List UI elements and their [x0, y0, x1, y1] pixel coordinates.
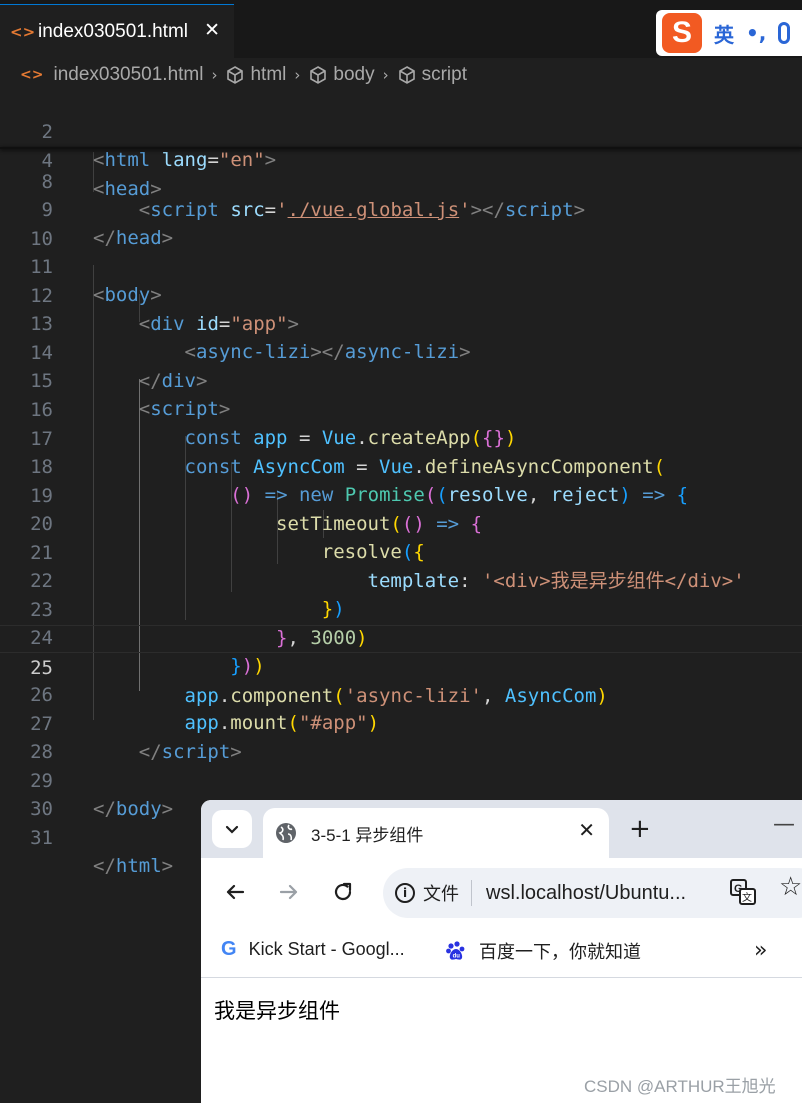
divider — [471, 880, 472, 906]
reload-button[interactable] — [329, 878, 357, 906]
bookmarks-bar: G Kick Start - Googl... du 百度一下，你就知道 » — [201, 926, 802, 978]
svg-text:du: du — [453, 954, 461, 960]
breadcrumb: <> index030501.html › html › body › scri… — [0, 58, 802, 92]
tab-search-button[interactable] — [212, 810, 252, 848]
code-line: 16 const app = Vue.createApp({}) — [0, 368, 802, 449]
url-text[interactable]: wsl.localhost/Ubuntu... — [486, 882, 686, 905]
close-icon[interactable]: ✕ — [204, 19, 220, 41]
info-icon: i — [395, 883, 415, 903]
editor-tab[interactable]: <> index030501.html ✕ — [0, 4, 234, 58]
tab-label: index030501.html — [38, 20, 188, 42]
baidu-icon: du — [446, 941, 465, 960]
code-line: 28 — [0, 710, 802, 763]
watermark: CSDN @ARTHUR王旭光 — [584, 1077, 776, 1096]
code-line: 9 </head> — [0, 168, 802, 249]
arrow-left-icon — [226, 884, 245, 900]
html-file-icon: <> — [10, 22, 36, 41]
site-info-chip[interactable]: i 文件 — [395, 880, 459, 906]
bookmark-item[interactable]: G Kick Start - Googl... — [221, 938, 405, 961]
code-line: 21 template: '<div>我是异步组件</div>' — [0, 511, 802, 592]
page-content: 我是异步组件 CSDN @ARTHUR王旭光 — [201, 979, 802, 1103]
back-button[interactable] — [221, 878, 249, 906]
svg-text:文: 文 — [742, 891, 752, 904]
code-line: 29 </body> — [0, 739, 802, 820]
ime-language-toggle[interactable]: 英 — [714, 19, 734, 48]
bookmark-label: Kick Start - Googl... — [248, 939, 405, 959]
code-line: 8 <script src='./vue.global.js'></script… — [0, 140, 802, 221]
code-line: 10 — [0, 197, 802, 250]
minimize-button[interactable]: — — [773, 812, 795, 837]
close-icon[interactable]: ✕ — [578, 818, 595, 842]
line-number: 31 — [30, 827, 53, 849]
ime-punctuation-toggle[interactable]: •, — [746, 21, 766, 45]
globe-icon — [276, 823, 296, 843]
code-line: 15 <script> — [0, 339, 802, 420]
symbol-cube-icon — [310, 66, 327, 84]
bookmark-star-icon[interactable]: ☆ — [779, 872, 802, 902]
code-line: 13 <async-lizi></async-lizi> — [0, 282, 802, 363]
chevron-right-icon: › — [294, 66, 301, 84]
code-line: 19 setTimeout(() => { — [0, 454, 802, 535]
chevron-right-icon: › — [211, 66, 218, 84]
code-line: 26 app.mount("#app") — [0, 653, 802, 734]
bookmark-label: 百度一下，你就知道 — [479, 942, 641, 962]
symbol-cube-icon — [227, 66, 244, 84]
breadcrumb-body[interactable]: body — [333, 64, 374, 86]
code-line: 17 const AsyncCom = Vue.defineAsyncCompo… — [0, 397, 802, 478]
code-text: </html> — [93, 855, 174, 877]
site-info-label: 文件 — [423, 884, 459, 904]
bookmarks-overflow-button[interactable]: » — [754, 938, 767, 963]
code-line: 18 () => new Promise((resolve, reject) =… — [0, 425, 802, 506]
breadcrumb-file[interactable]: index030501.html — [53, 64, 203, 86]
async-component-text: 我是异步组件 — [214, 999, 340, 1023]
chevron-right-icon: › — [382, 66, 389, 84]
code-line: 27 </script> — [0, 682, 802, 763]
code-line: 24 })) — [0, 596, 802, 677]
arrow-right-icon — [279, 884, 298, 900]
bookmark-item[interactable]: du 百度一下，你就知道 — [445, 938, 641, 964]
breadcrumb-script[interactable]: script — [422, 64, 467, 86]
browser-window: 3-5-1 异步组件 ✕ + — i 文件 wsl.localhost/Ubun… — [201, 800, 802, 1103]
google-icon: G — [221, 938, 237, 960]
sogou-logo-icon[interactable]: S — [662, 13, 702, 53]
code-line: 23 }, 3000) — [0, 568, 802, 649]
symbol-cube-icon — [398, 66, 415, 84]
code-line: 20 resolve({ — [0, 482, 802, 563]
code-line: 14 </div> — [0, 311, 802, 392]
browser-tab-strip: 3-5-1 异步组件 ✕ + — — [201, 800, 802, 858]
translate-icon[interactable]: G 文 — [729, 878, 757, 906]
forward-button[interactable] — [275, 878, 303, 906]
tab-title: 3-5-1 异步组件 — [311, 825, 424, 845]
code-line: 12 <div id="app"> — [0, 254, 802, 335]
ime-toolbar[interactable]: S 英 •, — [656, 10, 802, 56]
code-line: 11 <body> — [0, 225, 802, 306]
browser-toolbar: i 文件 wsl.localhost/Ubuntu... G 文 ☆ — [201, 858, 802, 926]
mic-icon[interactable] — [778, 22, 791, 44]
code-line-current: 25 app.component('async-lizi', AsyncCom) — [0, 625, 802, 707]
html-file-icon: <> — [20, 67, 44, 83]
breadcrumb-html[interactable]: html — [250, 64, 286, 86]
code-line: 22 }) — [0, 539, 802, 620]
chevron-down-icon — [225, 825, 239, 834]
code-line: 2 <html lang="en"> — [0, 90, 802, 171]
code-line: 30 — [0, 767, 802, 820]
reload-icon — [334, 882, 352, 901]
new-tab-button[interactable]: + — [629, 814, 651, 844]
browser-tab[interactable]: 3-5-1 异步组件 ✕ — [263, 808, 609, 858]
